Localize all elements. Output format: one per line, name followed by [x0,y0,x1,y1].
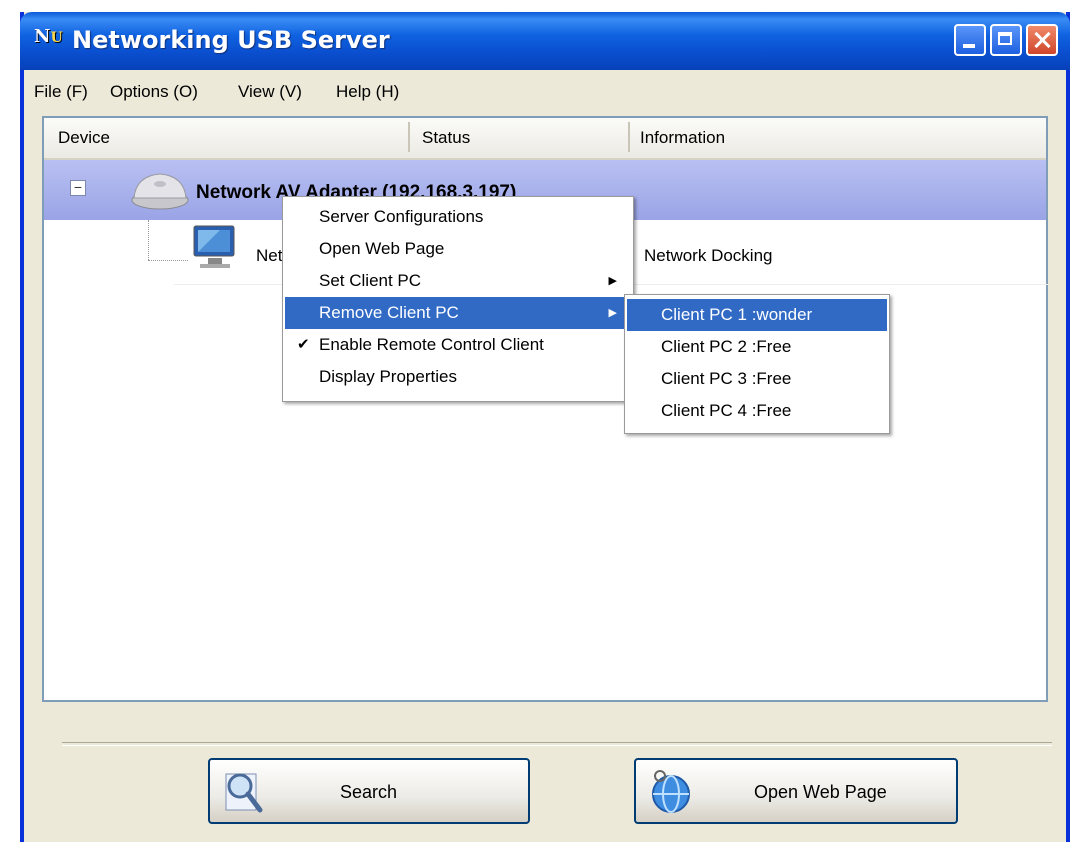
column-device[interactable]: Device [58,128,110,148]
menu-item-label: Open Web Page [319,239,445,258]
menu-view[interactable]: View (V) [238,82,302,102]
search-button-label: Search [340,782,398,802]
submenu-arrow-icon: ▶ [608,307,617,319]
globe-icon [652,770,690,813]
menu-file[interactable]: File (F) [34,82,88,102]
divider [62,742,1052,746]
menu-bar: File (F) Options (O) View (V) Help (H) [24,76,1066,108]
menu-help[interactable]: Help (H) [336,82,399,102]
close-icon[interactable] [1026,24,1058,56]
maximize-icon[interactable] [990,24,1022,56]
search-button[interactable]: Search [208,758,530,824]
open-web-page-button[interactable]: Open Web Page [634,758,958,824]
magnifier-icon [225,773,263,813]
menu-item-label: Enable Remote Control Client [319,335,544,354]
submenu-arrow-icon: ▶ [608,275,617,287]
menu-item-label: Server Configurations [319,207,484,226]
window-title: Networking USB Server [72,26,390,54]
column-status[interactable]: Status [422,128,470,148]
child-device-name: Net [256,246,283,265]
submenu-item-client-pc-4[interactable]: Client PC 4 :Free [627,395,887,427]
checkmark-icon: ✔ [297,336,310,353]
menu-item-label: Display Properties [319,367,457,386]
app-window: NU Networking USB Server File (F) Option… [20,12,1070,842]
submenu-item-client-pc-1[interactable]: Client PC 1 :wonder [627,299,887,331]
menu-item-label: Remove Client PC [319,303,459,322]
list-header: Device Status Information [44,118,1046,160]
client-pc-submenu: Client PC 1 :wonder Client PC 2 :Free Cl… [624,294,890,434]
collapse-icon[interactable]: − [70,180,86,196]
router-icon [131,173,189,210]
submenu-item-client-pc-3[interactable]: Client PC 3 :Free [627,363,887,395]
tree-line [148,220,150,260]
column-divider[interactable] [628,122,630,152]
column-divider[interactable] [408,122,410,152]
child-information: Network Docking [644,246,773,265]
column-information[interactable]: Information [640,128,725,148]
app-icon: NU [34,26,63,47]
submenu-item-client-pc-2[interactable]: Client PC 2 :Free [627,331,887,363]
menu-options[interactable]: Options (O) [110,82,198,102]
menu-item-remove-client-pc[interactable]: Remove Client PC ▶ [285,297,631,329]
minimize-icon[interactable] [954,24,986,56]
menu-item-server-configurations[interactable]: Server Configurations [285,201,631,233]
menu-item-enable-remote-control-client[interactable]: ✔ Enable Remote Control Client [285,329,631,361]
menu-item-label: Set Client PC [319,271,422,290]
context-menu: Server Configurations Open Web Page Set … [282,196,634,402]
title-bar[interactable]: NU Networking USB Server [20,12,1070,70]
menu-item-display-properties[interactable]: Display Properties [285,361,631,393]
menu-item-open-web-page[interactable]: Open Web Page [285,233,631,265]
open-web-page-button-label: Open Web Page [754,782,887,802]
monitor-icon [193,225,235,268]
menu-item-set-client-pc[interactable]: Set Client PC ▶ [285,265,631,297]
